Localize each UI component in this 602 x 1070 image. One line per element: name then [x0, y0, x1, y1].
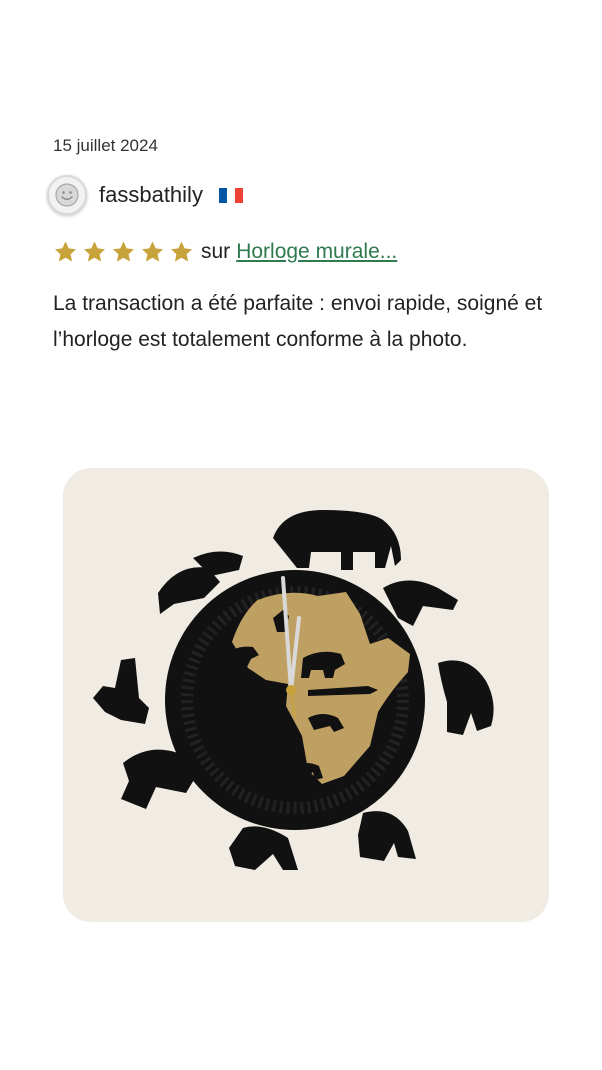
smiley-face-icon: [55, 183, 79, 207]
star-icon: [84, 241, 105, 262]
star-icon: [142, 241, 163, 262]
star-icon: [171, 241, 192, 262]
star-icon: [55, 241, 76, 262]
review-date: 15 juillet 2024: [53, 136, 158, 155]
flag-stripe-red: [234, 187, 243, 203]
rating-prefix: sur: [201, 240, 231, 263]
star-icon: [113, 241, 134, 262]
review-text: La transaction a été parfaite : envoi ra…: [53, 292, 543, 351]
review-photo[interactable]: [63, 468, 549, 922]
flag-stripe-white: [226, 187, 235, 203]
author-name[interactable]: fassbathily: [99, 182, 203, 208]
star-rating: sur Horloge murale...: [53, 238, 397, 266]
avatar: [47, 175, 87, 215]
product-link[interactable]: Horloge murale...: [236, 240, 397, 264]
france-flag-icon: [218, 187, 243, 203]
flag-stripe-blue: [218, 187, 227, 203]
review-card: 15 juillet 2024 fassbathily sur Horloge …: [0, 0, 602, 1070]
wall-clock-africa-animals-icon: [93, 510, 494, 870]
review-author: fassbathily: [47, 174, 243, 216]
